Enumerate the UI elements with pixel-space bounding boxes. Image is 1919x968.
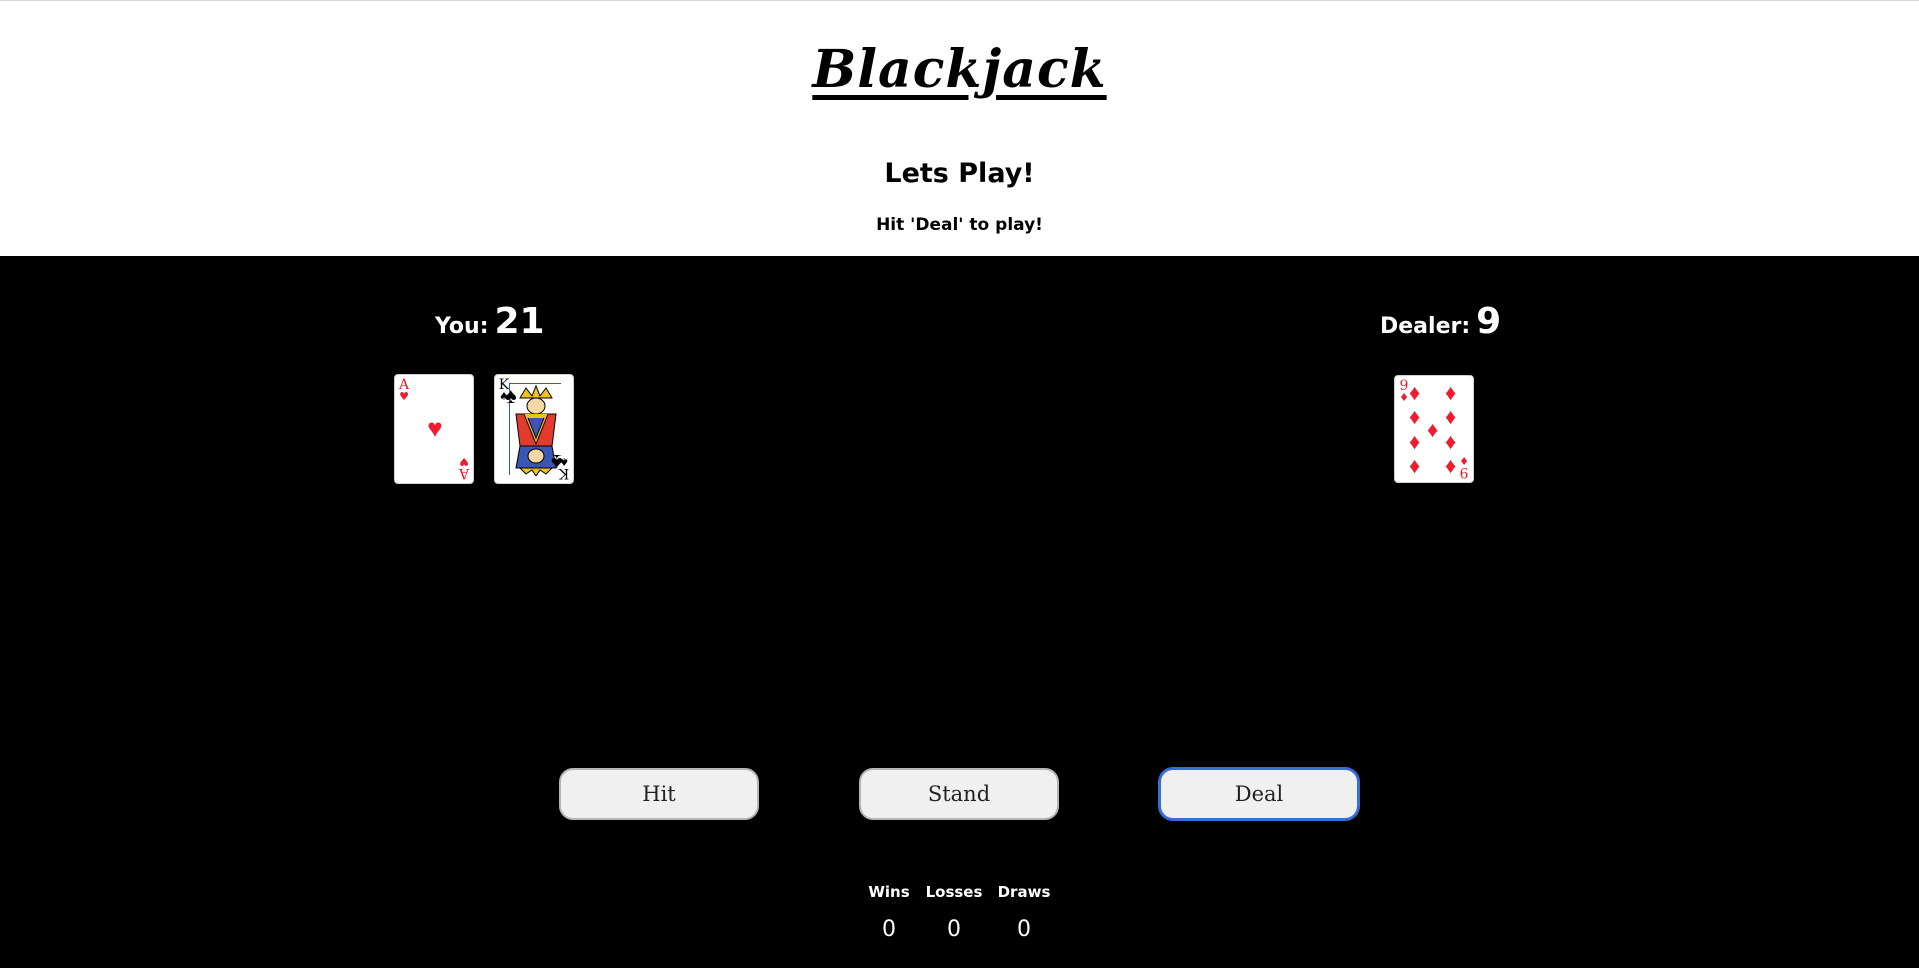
deal-button[interactable]: Deal	[1158, 767, 1360, 821]
player-card-ace-of-hearts: A ♥ ♥ A ♥	[394, 374, 474, 484]
diamond-icon: ♦	[1445, 404, 1457, 429]
stand-button[interactable]: Stand	[859, 768, 1059, 820]
diamond-icon: ♦	[1445, 429, 1457, 454]
dealer-card-nine-of-diamonds: 9 ♦ ♦ ♦ ♦ ♦ ♦ ♦ ♦ ♦ ♦ 9 ♦	[1394, 375, 1474, 483]
draws-label: Draws	[997, 883, 1051, 901]
card-corner: A ♥	[398, 377, 410, 403]
wins-value: 0	[882, 917, 896, 942]
card-corner: A ♥	[458, 455, 470, 481]
losses-label: Losses	[925, 883, 983, 901]
game-instructions: Hit 'Deal' to play!	[876, 215, 1043, 235]
logo: Blackjack	[812, 39, 1107, 100]
dealer-score-value: 9	[1476, 301, 1502, 342]
game-message: Lets Play!	[884, 158, 1035, 189]
heart-icon: ♥	[427, 413, 443, 443]
spade-icon: ♠	[505, 383, 517, 408]
diamond-icon: ♦	[1445, 380, 1457, 405]
diamond-icon: ♦	[1409, 453, 1421, 478]
player-score-value: 21	[494, 301, 545, 342]
player-label: You:	[435, 314, 489, 339]
diamond-icon: ♦	[1445, 453, 1457, 478]
diamond-icon: ♦	[1427, 417, 1439, 442]
hit-button[interactable]: Hit	[559, 768, 759, 820]
diamond-icon: ♦	[1409, 404, 1421, 429]
player-card-king-of-spades: K ♠ ♠ ♠ K ♠	[494, 374, 574, 484]
card-corner: K ♠	[558, 455, 570, 481]
draws-stat: Draws 0	[989, 883, 1059, 942]
draws-value: 0	[1017, 917, 1031, 942]
diamond-icon: ♦	[1409, 429, 1421, 454]
dealer-label: Dealer:	[1380, 314, 1471, 339]
losses-value: 0	[947, 917, 961, 942]
dealer-score: Dealer: 9	[1380, 301, 1501, 342]
game-table: You: 21 Dealer: 9 A ♥ ♥ A ♥ K ♠ ♠ ♠ K ♠ …	[0, 256, 1919, 968]
card-corner: 9 ♦	[1459, 454, 1469, 480]
wins-stat: Wins 0	[854, 883, 924, 942]
wins-label: Wins	[868, 883, 910, 901]
player-score: You: 21	[435, 301, 545, 342]
losses-stat: Losses 0	[919, 883, 989, 942]
header: Blackjack Lets Play! Hit 'Deal' to play!	[0, 1, 1919, 256]
diamond-icon: ♦	[1409, 380, 1421, 405]
